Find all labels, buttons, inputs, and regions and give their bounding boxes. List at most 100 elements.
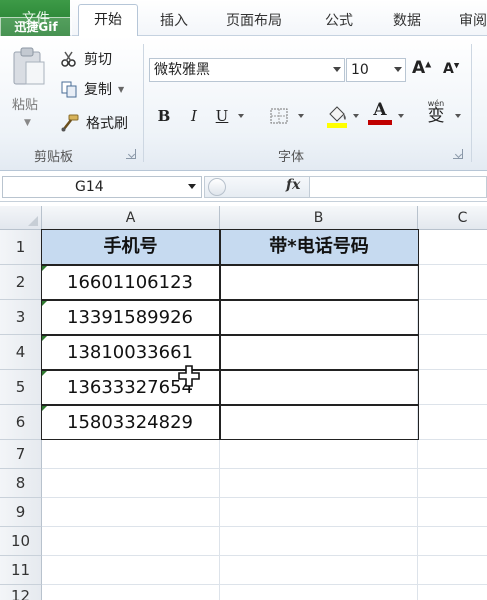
tab-page-layout[interactable]: 页面布局 [226, 10, 282, 30]
table-inner-hline [41, 264, 419, 266]
cut-button[interactable]: 剪切 [60, 48, 112, 70]
row-header-8[interactable]: 8 [0, 469, 42, 498]
row-header-12[interactable]: 12 [0, 585, 42, 600]
clipboard-icon [13, 47, 45, 85]
ribbon: 粘贴 ▼ 剪切 复制 ▼ 格式刷 剪贴板 微软雅黑 10 A▲ A▼ B I U… [0, 36, 487, 171]
row-header-10[interactable]: 10 [0, 527, 42, 556]
tab-formulas[interactable]: 公式 [325, 10, 353, 30]
watermark-logo: 迅捷Gif [0, 17, 72, 37]
column-header-b[interactable]: B [220, 206, 418, 230]
formula-bar-handle-icon[interactable] [208, 178, 226, 196]
tab-review[interactable]: 审阅 [459, 10, 487, 30]
bold-button[interactable]: B [156, 104, 172, 128]
chevron-down-icon[interactable] [398, 114, 404, 118]
row-header-5[interactable]: 5 [0, 370, 42, 405]
font-color-swatch [368, 120, 392, 125]
grow-font-icon[interactable]: A▲ [412, 58, 431, 78]
font-name-combobox[interactable]: 微软雅黑 [149, 58, 345, 82]
insert-function-icon[interactable]: fx [286, 177, 300, 193]
chevron-down-icon[interactable] [238, 114, 244, 118]
table-inner-hline [41, 404, 419, 406]
tab-data[interactable]: 数据 [393, 10, 421, 30]
group-separator [143, 44, 144, 162]
scissors-icon [61, 51, 76, 67]
fill-color-icon[interactable] [326, 104, 348, 128]
chevron-down-icon[interactable] [455, 114, 461, 118]
font-dialog-launcher-icon[interactable] [453, 149, 463, 159]
gridline [418, 439, 487, 440]
row-header-6[interactable]: 6 [0, 405, 42, 440]
gridline [418, 369, 487, 370]
cell-a3[interactable]: 13391589926 [42, 300, 219, 335]
gridline [42, 497, 487, 498]
formula-input[interactable] [310, 176, 487, 198]
font-size-value: 10 [351, 62, 369, 78]
gridline [42, 555, 487, 556]
tab-insert[interactable]: 插入 [160, 10, 188, 30]
gridline [42, 526, 487, 527]
tab-home[interactable]: 开始 [78, 4, 138, 37]
chevron-down-icon[interactable] [353, 114, 359, 118]
copy-button[interactable]: 复制 ▼ [60, 78, 124, 100]
chevron-down-icon: ▼ [118, 84, 125, 94]
gridline [418, 299, 487, 300]
number-as-text-marker-icon [42, 335, 48, 341]
font-color-letter: A [373, 100, 387, 120]
italic-button[interactable]: I [186, 104, 202, 128]
row-header-1[interactable]: 1 [0, 230, 42, 265]
table-inner-hline [41, 369, 419, 371]
cell-select-cursor-icon [178, 365, 200, 387]
row-header-3[interactable]: 3 [0, 300, 42, 335]
gridline [418, 264, 487, 265]
format-painter-button[interactable]: 格式刷 [60, 112, 128, 134]
font-color-button[interactable]: A [368, 100, 392, 125]
column-header-a[interactable]: A [42, 206, 220, 230]
column-header-c[interactable]: C [418, 206, 487, 230]
phonetic-guide-button[interactable]: wén 变 [422, 100, 450, 125]
chevron-down-icon[interactable] [188, 184, 196, 189]
gridline [417, 230, 418, 600]
font-size-combobox[interactable]: 10 [346, 58, 406, 82]
table-inner-hline [41, 299, 419, 301]
gridline [418, 404, 487, 405]
chevron-down-icon: ▼ [24, 118, 31, 128]
cell-b5[interactable] [221, 370, 417, 404]
number-as-text-marker-icon [42, 370, 48, 376]
ribbon-tab-bar: 文件 迅捷Gif 开始 插入 页面布局 公式 数据 审阅 [0, 0, 487, 37]
name-box[interactable]: G14 [2, 176, 202, 198]
borders-icon[interactable] [270, 108, 288, 124]
tab-file[interactable]: 文件 迅捷Gif [0, 0, 72, 37]
row-header-2[interactable]: 2 [0, 265, 42, 300]
paintbrush-icon [61, 114, 79, 132]
chevron-down-icon [333, 67, 341, 72]
row-header-11[interactable]: 11 [0, 556, 42, 585]
row-header-7[interactable]: 7 [0, 440, 42, 469]
paste-label: 粘贴 [12, 98, 39, 113]
underline-button[interactable]: U [214, 104, 230, 128]
formula-bar: G14 fx [0, 172, 487, 202]
font-name-value: 微软雅黑 [154, 62, 210, 78]
cell-b1[interactable]: 带*电话号码 [220, 230, 418, 264]
copy-label: 复制 [84, 82, 112, 98]
select-all-corner[interactable] [0, 206, 42, 230]
cell-b2[interactable] [221, 265, 417, 299]
gridline [418, 334, 487, 335]
cell-b6[interactable] [221, 405, 417, 439]
cell-a1[interactable]: 手机号 [42, 230, 219, 264]
chevron-down-icon [394, 67, 402, 72]
cell-a6[interactable]: 15803324829 [42, 405, 219, 440]
number-as-text-marker-icon [42, 300, 48, 306]
gridline [42, 468, 487, 469]
chevron-down-icon[interactable] [298, 114, 304, 118]
cell-b3[interactable] [221, 300, 417, 334]
group-separator [471, 44, 472, 162]
format-painter-label: 格式刷 [86, 116, 128, 132]
row-header-4[interactable]: 4 [0, 335, 42, 370]
cell-a2[interactable]: 16601106123 [42, 265, 219, 300]
clipboard-dialog-launcher-icon[interactable] [126, 149, 136, 159]
number-as-text-marker-icon [42, 265, 48, 271]
cell-b4[interactable] [221, 335, 417, 369]
cut-label: 剪切 [84, 52, 112, 68]
row-header-9[interactable]: 9 [0, 498, 42, 527]
shrink-font-icon[interactable]: A▼ [443, 61, 459, 77]
